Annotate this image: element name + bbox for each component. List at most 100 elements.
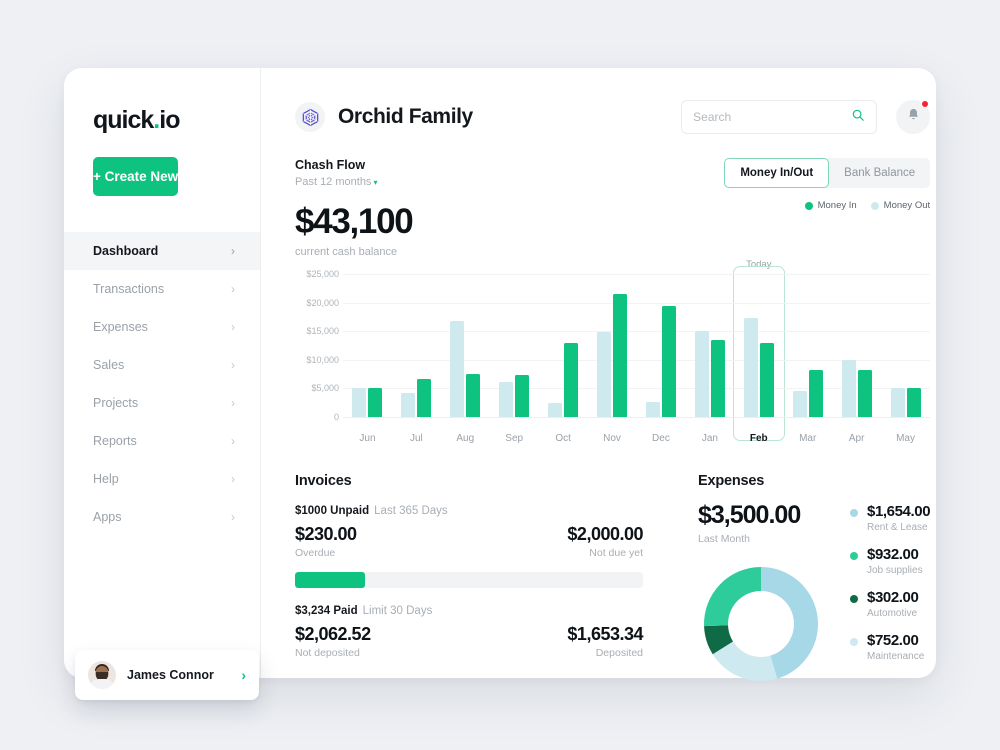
sidebar-nav: Dashboard › Transactions › Expenses › Sa…: [64, 232, 260, 536]
chart-bar[interactable]: [613, 294, 628, 417]
chart-bar[interactable]: [450, 320, 465, 417]
tab-money-in-out[interactable]: Money In/Out: [724, 158, 830, 188]
search-box[interactable]: [681, 100, 878, 134]
chart-bar[interactable]: [857, 370, 872, 417]
chart-bar-group[interactable]: [400, 379, 432, 417]
legend-label: Money Out: [883, 200, 931, 211]
chart-bar[interactable]: [401, 392, 416, 417]
cashflow-title: Chash Flow: [295, 158, 366, 172]
chart-bar-group[interactable]: [351, 388, 383, 417]
sidebar-item-reports[interactable]: Reports ›: [64, 422, 260, 460]
chart-bar[interactable]: [564, 342, 579, 417]
chevron-right-icon: ›: [231, 282, 235, 296]
chart-bar[interactable]: [743, 318, 758, 417]
legend-swatch-icon: [850, 638, 858, 646]
chart-bar[interactable]: [792, 391, 807, 417]
expenses-legend-value: $932.00: [867, 546, 919, 563]
chevron-right-icon: ›: [231, 320, 235, 334]
cashflow-bar-chart: Today 0 $5,000 $10,000 $15,000 $20,000 $25,00…: [295, 259, 931, 451]
chart-bar[interactable]: [597, 331, 612, 417]
chart-bar[interactable]: [515, 375, 530, 417]
chart-x-axis-label: Jan: [701, 433, 718, 444]
sidebar-item-label: Expenses: [93, 320, 148, 334]
expenses-summary: $3,500.00 Last Month: [698, 501, 832, 687]
legend-swatch-icon: [850, 595, 858, 603]
chevron-right-icon: ›: [231, 434, 235, 448]
sidebar-item-transactions[interactable]: Transactions ›: [64, 270, 260, 308]
chart-bar-group[interactable]: [449, 320, 481, 417]
create-new-button[interactable]: + Create New: [93, 157, 179, 196]
chart-bar-group[interactable]: [547, 342, 579, 417]
expenses-legend-item: $1,654.00 Rent & Lease: [850, 503, 931, 533]
chart-bar[interactable]: [368, 388, 383, 417]
search-icon[interactable]: [851, 108, 865, 127]
chart-x-axis-label: Mar: [799, 433, 817, 444]
chart-bar[interactable]: [548, 403, 563, 417]
legend-swatch-icon: [850, 509, 858, 517]
sidebar-item-label: Dashboard: [93, 244, 159, 258]
avatar-body: [89, 679, 115, 689]
chart-x-axis-label: Dec: [652, 433, 670, 444]
sidebar-item-dashboard[interactable]: Dashboard ›: [64, 232, 260, 270]
chart-bar[interactable]: [661, 306, 676, 417]
sidebar-item-label: Transactions: [93, 282, 165, 296]
cashflow-period-dropdown[interactable]: Past 12 months ▾: [295, 176, 412, 188]
invoices-notdeposited-value: $2,062.52: [295, 624, 371, 644]
chart-bar-group[interactable]: [596, 294, 628, 417]
legend-swatch-icon: [804, 201, 813, 210]
invoices-overdue-value: $230.00: [295, 524, 357, 544]
chart-x-axis-label: Aug: [456, 433, 475, 444]
invoices-unpaid-row: $230.00 Overdue $2,000.00 Not due yet: [295, 524, 643, 559]
invoices-paid-caption: $3,234 Paid Limit 30 Days: [295, 605, 643, 617]
sidebar-item-sales[interactable]: Sales ›: [64, 346, 260, 384]
expenses-legend-label: Job supplies: [867, 565, 923, 576]
chevron-right-icon: ›: [231, 358, 235, 372]
chart-bar[interactable]: [841, 360, 856, 417]
chart-y-axis-label: 0: [333, 412, 339, 422]
bell-icon: [906, 107, 921, 127]
chart-bar-group[interactable]: [645, 306, 677, 417]
expenses-legend-value: $302.00: [867, 589, 919, 606]
chart-bar[interactable]: [759, 343, 774, 417]
sidebar-item-help[interactable]: Help ›: [64, 460, 260, 498]
chart-bar[interactable]: [694, 330, 709, 417]
chart-bar-group[interactable]: [890, 388, 922, 417]
chart-bar-group[interactable]: [498, 375, 530, 417]
chart-x-axis-label: Oct: [555, 433, 571, 444]
invoices-paid-period: Limit 30 Days: [362, 605, 433, 617]
invoices-title: Invoices: [295, 473, 352, 489]
chart-bar[interactable]: [890, 388, 905, 417]
chart-bar[interactable]: [645, 402, 660, 417]
sidebar-item-apps[interactable]: Apps ›: [64, 498, 260, 536]
chevron-down-icon: ▾: [373, 178, 378, 187]
search-input[interactable]: [693, 110, 852, 124]
chart-bar[interactable]: [417, 379, 432, 417]
chart-view-toggle: Money In/Out Bank Balance: [724, 158, 931, 188]
donut-segment[interactable]: [704, 567, 761, 627]
notifications-button[interactable]: [896, 100, 931, 134]
cashflow-summary: Chash Flow Past 12 months ▾ $43,100 curre…: [295, 158, 414, 258]
chart-bar[interactable]: [710, 340, 725, 417]
invoices-notdue-value: $2,000.00: [567, 524, 643, 544]
chart-bar[interactable]: [808, 370, 823, 417]
today-annotation: Today: [746, 259, 772, 270]
chart-bar[interactable]: [499, 382, 514, 417]
sidebar-item-projects[interactable]: Projects ›: [64, 384, 260, 422]
user-profile-card[interactable]: James Connor ›: [75, 650, 259, 700]
expenses-legend-value: $1,654.00: [867, 503, 931, 520]
sidebar-item-expenses[interactable]: Expenses ›: [64, 308, 260, 346]
chart-bar-group[interactable]: [792, 370, 824, 417]
chart-gridline: [343, 302, 931, 304]
profile-name: James Connor: [127, 668, 214, 682]
chart-bar-group[interactable]: [743, 318, 775, 417]
bottom-panels: Invoices $1000 Unpaid Last 365 Days $230.…: [295, 473, 931, 687]
legend-swatch-icon: [850, 552, 858, 560]
chart-bar[interactable]: [466, 374, 481, 417]
tab-bank-balance[interactable]: Bank Balance: [829, 158, 930, 188]
invoices-deposited-label: Deposited: [595, 647, 643, 659]
chart-bar-group[interactable]: [841, 360, 873, 417]
chart-bar[interactable]: [906, 388, 921, 417]
chart-bar[interactable]: [352, 388, 367, 417]
chart-bar-group[interactable]: [694, 330, 726, 417]
invoices-notdue: $2,000.00 Not due yet: [567, 524, 643, 559]
